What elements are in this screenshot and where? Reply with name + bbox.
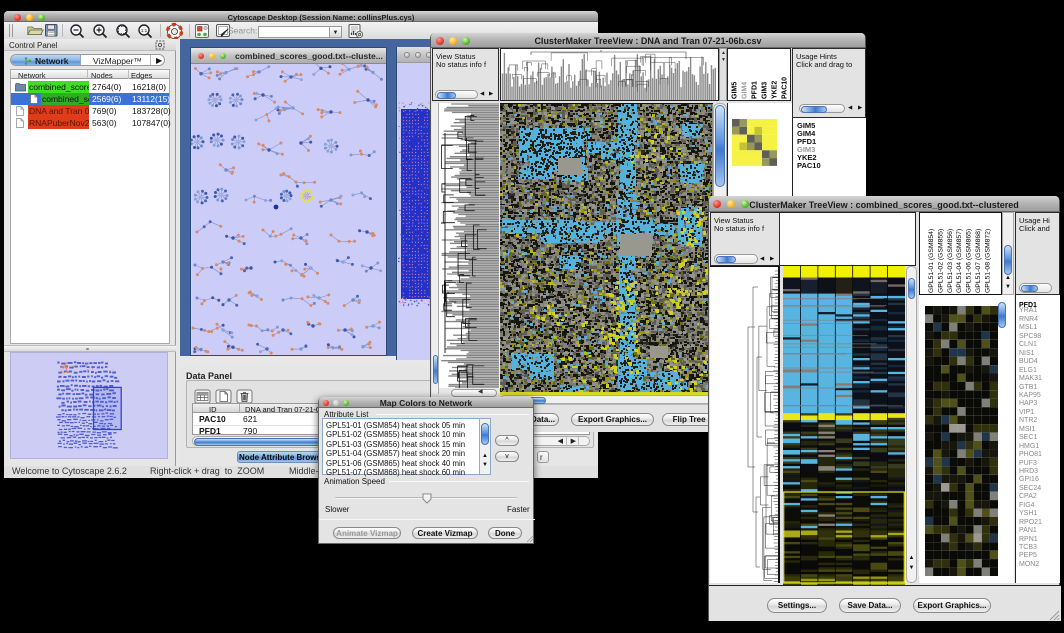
svg-text:GPL51-03 (GSM856): GPL51-03 (GSM856) — [947, 229, 954, 293]
svg-text:PAC10: PAC10 — [782, 77, 789, 99]
svg-text:PFD1: PFD1 — [752, 81, 759, 99]
svg-text:GIM4: GIM4 — [742, 82, 749, 99]
svg-text:GIM3: GIM3 — [762, 82, 769, 99]
svg-text:GPL51-06 (GSM865): GPL51-06 (GSM865) — [966, 229, 973, 293]
svg-text:GPL51-04 (GSM857): GPL51-04 (GSM857) — [956, 229, 963, 293]
svg-text:GIM5: GIM5 — [732, 82, 739, 99]
svg-text:GPL51-02 (GSM855): GPL51-02 (GSM855) — [937, 229, 944, 293]
svg-text:GPL51-01 (GSM854): GPL51-01 (GSM854) — [928, 229, 935, 293]
svg-text:1:1: 1:1 — [141, 28, 148, 33]
svg-text:GPL51-08 (GSM872): GPL51-08 (GSM872) — [984, 229, 991, 293]
svg-text:GPL51-07 (GSM868): GPL51-07 (GSM868) — [975, 229, 982, 293]
svg-text:Search:: Search: — [228, 26, 257, 36]
svg-text:YKE2: YKE2 — [772, 81, 779, 99]
